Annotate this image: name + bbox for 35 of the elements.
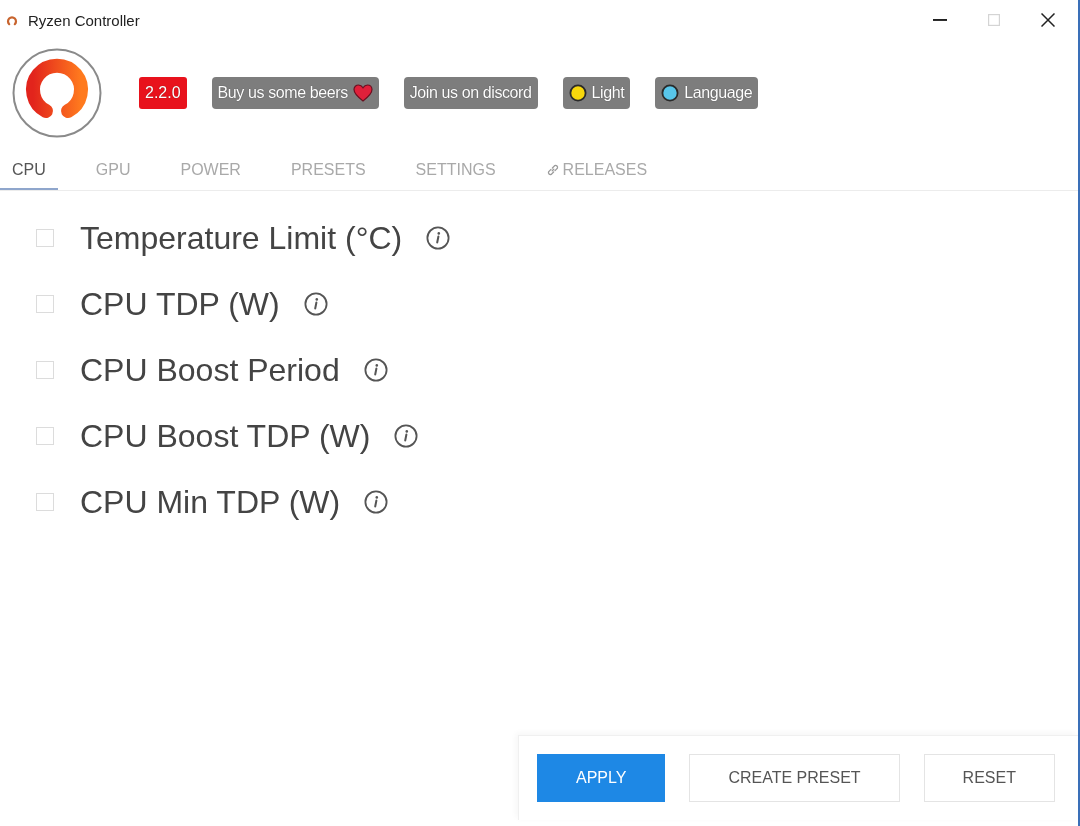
setting-label: CPU TDP (W)	[80, 285, 280, 323]
tab[interactable]: SETTINGS	[403, 150, 508, 190]
close-icon[interactable]	[1041, 13, 1055, 27]
info-icon[interactable]	[426, 226, 451, 250]
discord-button[interactable]: Join us on discord	[403, 77, 538, 109]
info-icon[interactable]	[394, 424, 419, 448]
setting-label: Temperature Limit (°C)	[80, 219, 403, 257]
beers-button[interactable]: Buy us some beers	[211, 77, 379, 109]
checkbox[interactable]	[36, 295, 54, 313]
heart-icon	[352, 84, 373, 102]
minimize-icon[interactable]	[933, 19, 947, 21]
tab[interactable]: PRESETS	[278, 150, 378, 190]
setting-label: CPU Boost Period	[80, 351, 340, 389]
language-button[interactable]: Language	[655, 77, 759, 109]
setting-label: CPU Boost TDP (W)	[80, 417, 371, 455]
version-badge: 2.2.0	[139, 77, 187, 109]
app-logo-icon	[6, 14, 18, 26]
checkbox[interactable]	[36, 361, 54, 379]
tab[interactable]: CPU	[0, 150, 58, 190]
info-icon[interactable]	[363, 358, 388, 382]
apply-button[interactable]: APPLY	[537, 754, 666, 802]
setting-label: CPU Min TDP (W)	[80, 483, 341, 521]
reset-button[interactable]: RESET	[923, 754, 1055, 802]
theme-button[interactable]: Light	[562, 77, 631, 109]
info-icon[interactable]	[364, 490, 389, 514]
link-icon	[545, 163, 560, 177]
create-preset-button[interactable]: CREATE PRESET	[689, 754, 900, 802]
window-title: Ryzen Controller	[28, 11, 140, 29]
tab[interactable]: RELEASES	[533, 150, 660, 190]
checkbox[interactable]	[36, 493, 54, 511]
checkbox[interactable]	[36, 229, 54, 247]
checkbox[interactable]	[36, 427, 54, 445]
tab[interactable]: POWER	[168, 150, 253, 190]
info-icon[interactable]	[303, 292, 328, 316]
tab[interactable]: GPU	[83, 150, 143, 190]
